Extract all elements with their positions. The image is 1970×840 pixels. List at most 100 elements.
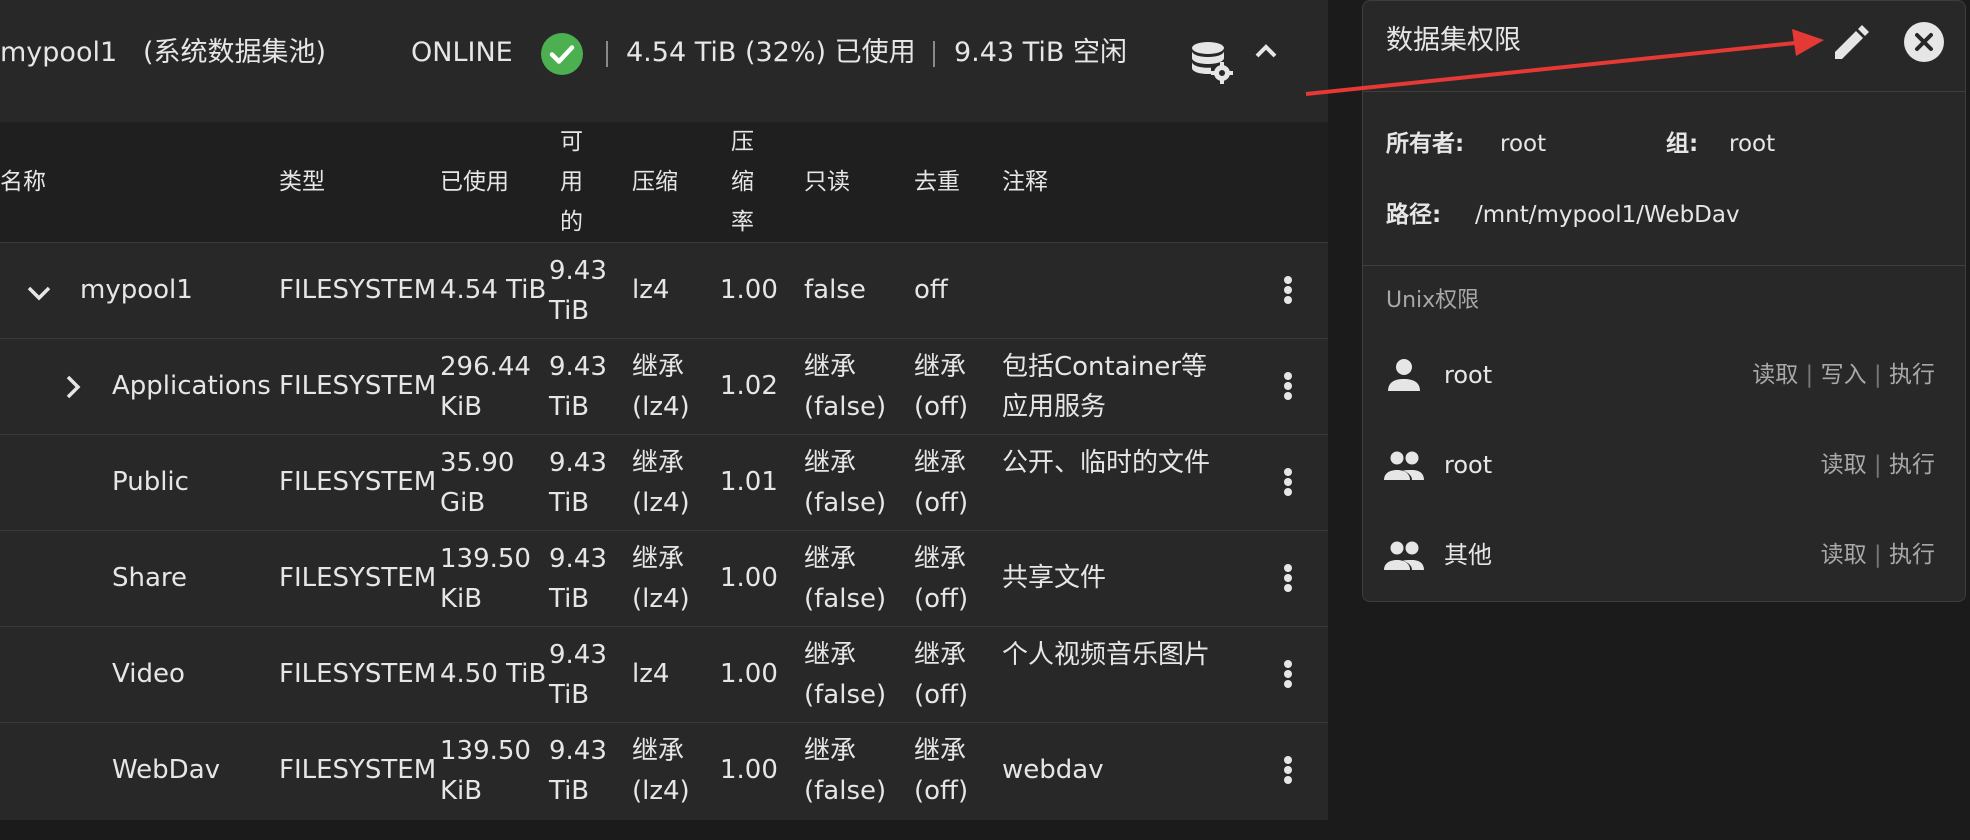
row-dedup: 继承 (off) [914, 640, 969, 710]
pool-free: 9.43 TiB 空闲 [954, 37, 1127, 68]
group-icon [1383, 447, 1425, 483]
row-type: FILESYSTEM [279, 467, 437, 497]
row-type: FILESYSTEM [279, 275, 437, 305]
row-name: Applications [112, 371, 271, 401]
path-label: 路径: [1386, 202, 1442, 228]
row-comment: 包括Container等应用服务 [1002, 352, 1208, 422]
table-row[interactable]: Applications FILESYSTEM 296.44 KiB 9.43 … [0, 338, 1328, 434]
group-label: 组: [1666, 131, 1699, 157]
header-divider [933, 41, 935, 67]
table-header: 名称 类型 已使用 可用的 压缩 压缩率 只读 去重 注释 [0, 122, 1328, 242]
unix-permissions-label: Unix权限 [1386, 288, 1480, 313]
right-exec: 执行 [1889, 452, 1935, 478]
pool-used: 4.54 TiB (32%) 已使用 [626, 37, 916, 68]
right-read: 读取 [1752, 362, 1799, 388]
row-readonly: 继承 (false) [804, 640, 887, 710]
divider [1363, 265, 1965, 266]
row-used: 139.50 KiB [440, 736, 531, 806]
row-compression: lz4 [632, 275, 670, 305]
row-ratio: 1.02 [720, 371, 778, 401]
row-used: 4.50 TiB [440, 659, 547, 689]
right-read: 读取 [1820, 542, 1867, 568]
row-name: Video [112, 659, 185, 689]
col-available[interactable]: 可用的 [560, 122, 590, 242]
row-comment: 个人视频音乐图片 [1002, 640, 1211, 670]
owner-value: root [1500, 131, 1547, 157]
row-name: WebDav [112, 755, 221, 785]
more-vert-icon[interactable] [1276, 270, 1300, 310]
col-compression[interactable]: 压缩 [632, 162, 678, 202]
panel-title: 数据集权限 [1386, 25, 1521, 56]
close-circle-icon[interactable] [1903, 21, 1945, 63]
row-name: Public [112, 467, 189, 497]
perm-entry-rights: 读取 | 执行 [1820, 452, 1935, 478]
pool-name: mypool1 [0, 37, 118, 68]
row-available: 9.43 TiB [549, 544, 607, 614]
chevron-up-icon[interactable] [1250, 36, 1282, 68]
user-icon [1383, 357, 1425, 393]
col-type[interactable]: 类型 [279, 162, 325, 202]
row-readonly: 继承 (false) [804, 448, 887, 518]
pool-status: ONLINE [411, 37, 513, 68]
row-name: Share [112, 563, 188, 593]
more-vert-icon[interactable] [1276, 558, 1300, 598]
more-vert-icon[interactable] [1276, 750, 1300, 790]
row-readonly: 继承 (false) [804, 736, 887, 806]
row-dedup: 继承 (off) [914, 352, 969, 422]
row-ratio: 1.01 [720, 467, 778, 497]
row-type: FILESYSTEM [279, 755, 437, 785]
table-row[interactable]: Public FILESYSTEM 35.90 GiB 9.43 TiB 继承 … [0, 434, 1328, 530]
pool-system-tag: (系统数据集池) [143, 37, 327, 68]
row-readonly: false [804, 275, 866, 305]
more-vert-icon[interactable] [1276, 462, 1300, 502]
chevron-down-icon[interactable] [24, 278, 54, 308]
row-ratio: 1.00 [720, 659, 778, 689]
row-type: FILESYSTEM [279, 371, 437, 401]
col-name[interactable]: 名称 [0, 162, 46, 202]
col-dedup[interactable]: 去重 [914, 162, 960, 202]
table-row[interactable]: WebDav FILESYSTEM 139.50 KiB 9.43 TiB 继承… [0, 722, 1328, 818]
check-circle-icon [541, 33, 583, 75]
pencil-icon[interactable] [1829, 21, 1873, 65]
owner-label: 所有者: [1386, 131, 1465, 157]
chevron-right-icon[interactable] [58, 372, 88, 402]
row-ratio: 1.00 [720, 275, 778, 305]
table-row[interactable]: Video FILESYSTEM 4.50 TiB 9.43 TiB lz4 1… [0, 626, 1328, 722]
col-used[interactable]: 已使用 [440, 162, 509, 202]
more-vert-icon[interactable] [1276, 654, 1300, 694]
right-exec: 执行 [1889, 542, 1935, 568]
row-dedup: 继承 (off) [914, 736, 969, 806]
row-type: FILESYSTEM [279, 563, 437, 593]
row-dedup: off [914, 275, 948, 305]
row-name: mypool1 [80, 275, 193, 305]
col-ratio[interactable]: 压缩率 [731, 122, 761, 242]
table-row[interactable]: mypool1 FILESYSTEM 4.54 TiB 9.43 TiB lz4… [0, 242, 1328, 338]
dataset-permissions-panel: 数据集权限 所有者: root 组: root 路径: /mnt/mypool1… [1362, 0, 1966, 602]
header-divider [606, 41, 608, 67]
right-write: 写入 [1820, 362, 1867, 388]
database-gear-icon[interactable] [1188, 38, 1236, 86]
row-compression: lz4 [632, 659, 670, 689]
more-vert-icon[interactable] [1276, 366, 1300, 406]
group-icon [1383, 537, 1425, 573]
row-used: 296.44 KiB [440, 352, 531, 422]
row-readonly: 继承 (false) [804, 544, 887, 614]
col-comment[interactable]: 注释 [1002, 162, 1048, 202]
row-comment: 公开、临时的文件 [1002, 448, 1211, 478]
row-used: 35.90 GiB [440, 448, 515, 518]
row-used: 139.50 KiB [440, 544, 531, 614]
table-row[interactable]: Share FILESYSTEM 139.50 KiB 9.43 TiB 继承 … [0, 530, 1328, 626]
pool-card: mypool1 (系统数据集池) ONLINE 4.54 TiB (32%) 已… [0, 0, 1328, 820]
path-value: /mnt/mypool1/WebDav [1475, 202, 1740, 228]
perm-entry-rights: 读取 | 执行 [1820, 542, 1935, 568]
row-compression: 继承 (lz4) [632, 448, 690, 518]
row-ratio: 1.00 [720, 563, 778, 593]
row-compression: 继承 (lz4) [632, 544, 690, 614]
row-compression: 继承 (lz4) [632, 736, 690, 806]
col-readonly[interactable]: 只读 [804, 162, 850, 202]
row-available: 9.43 TiB [549, 256, 607, 326]
app-root: mypool1 (系统数据集池) ONLINE 4.54 TiB (32%) 已… [0, 0, 1970, 840]
row-type: FILESYSTEM [279, 659, 437, 689]
row-ratio: 1.00 [720, 755, 778, 785]
right-exec: 执行 [1889, 362, 1935, 388]
